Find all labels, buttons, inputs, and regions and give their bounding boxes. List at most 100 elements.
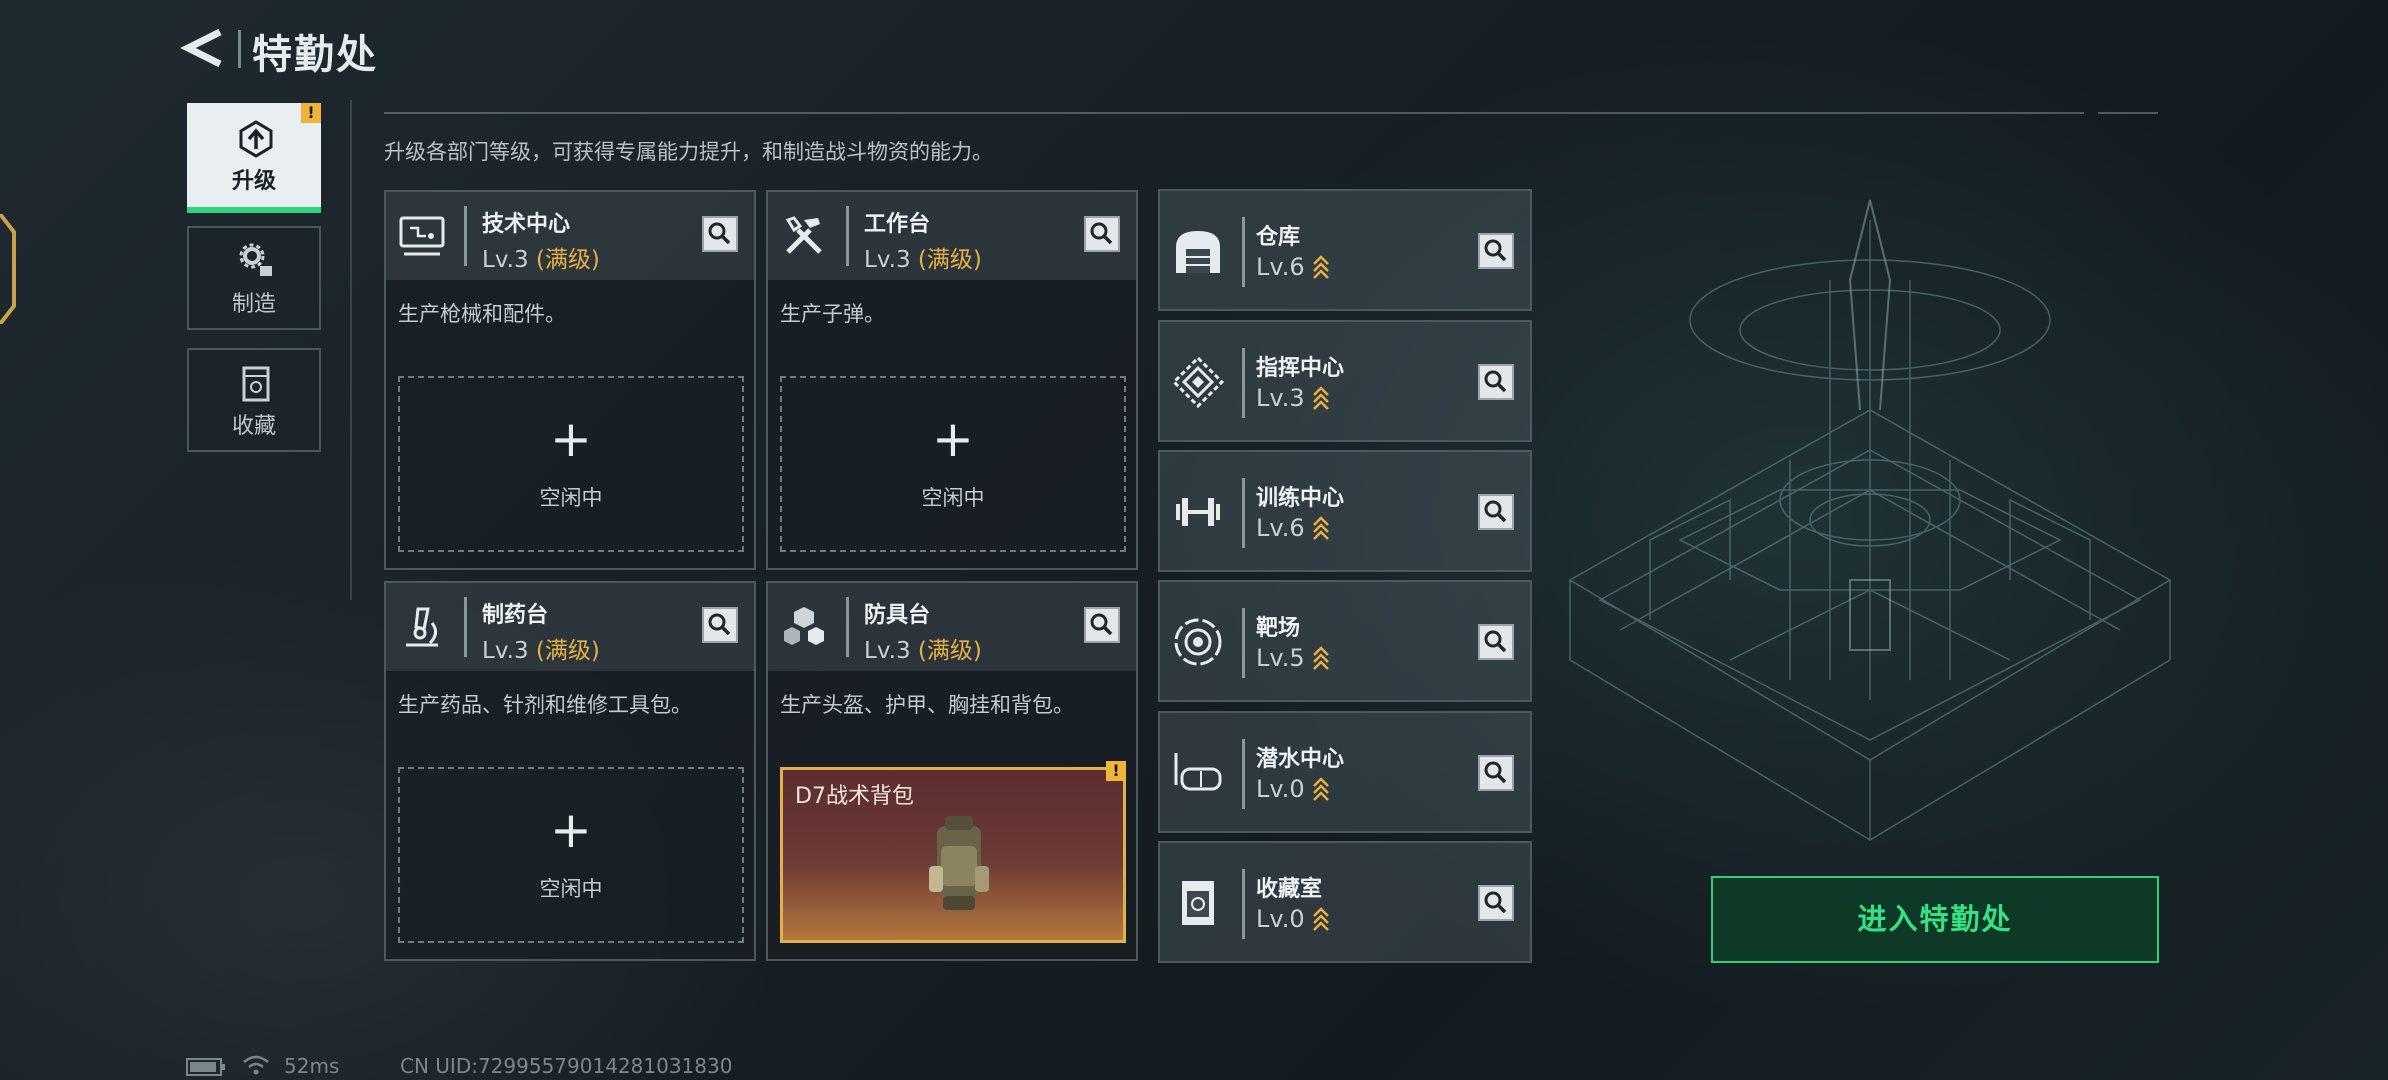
production-slot-idle[interactable]: + 空闲中 xyxy=(780,376,1126,552)
search-icon xyxy=(1090,613,1113,636)
upgrade-alert-badge: ! xyxy=(301,103,321,123)
vault-icon xyxy=(242,366,270,402)
dept-divider xyxy=(464,206,467,266)
dumbbell-icon xyxy=(1176,498,1220,526)
facility-name: 收藏室 xyxy=(1256,877,1323,902)
search-icon xyxy=(708,613,731,636)
facility-level: Lv.6 xyxy=(1256,253,1331,281)
nav-tab-collection-label: 收藏 xyxy=(231,414,276,439)
target-icon xyxy=(1174,618,1222,666)
dept-card-tech-center[interactable]: 技术中心 Lv.3 (满级) 生产枪械和配件。 + 空闲中 xyxy=(384,190,756,570)
facility-divider xyxy=(1242,217,1245,287)
dept-card-pharmacy[interactable]: 制药台 Lv.3 (满级) 生产药品、针剂和维修工具包。 + 空闲中 xyxy=(384,581,756,961)
armor-blocks-icon xyxy=(784,607,824,645)
inspect-button[interactable] xyxy=(1478,494,1514,530)
upgrade-chevron-icon xyxy=(1312,907,1329,931)
inspect-button[interactable] xyxy=(702,607,738,643)
enter-special-ops-button[interactable]: 进入特勤处 xyxy=(1711,876,2159,963)
facility-name: 指挥中心 xyxy=(1256,356,1345,381)
dept-name: 防具台 xyxy=(864,603,931,628)
ping-readout: 52ms xyxy=(284,1054,340,1078)
dept-card-armor-bench[interactable]: 防具台 Lv.3 (满级) 生产头盔、护甲、胸挂和背包。 D7战术背包 ! xyxy=(766,581,1138,961)
max-level-tag: (满级) xyxy=(917,247,982,273)
inspect-button[interactable] xyxy=(702,216,738,252)
facility-level: Lv.0 xyxy=(1256,905,1331,933)
facility-level: Lv.0 xyxy=(1256,775,1331,803)
max-level-tag: (满级) xyxy=(917,638,982,664)
slot-status: 空闲中 xyxy=(921,486,985,510)
page-description: 升级各部门等级，可获得专属能力提升，和制造战斗物资的能力。 xyxy=(384,140,993,164)
facility-name: 仓库 xyxy=(1256,225,1301,250)
dept-name: 工作台 xyxy=(864,212,931,237)
warehouse-icon xyxy=(1176,231,1220,273)
nav-tab-craft[interactable]: 制造 xyxy=(187,226,321,330)
product-alert-badge: ! xyxy=(1106,761,1126,781)
slot-status: 空闲中 xyxy=(539,877,603,901)
dept-card-header: 工作台 Lv.3 (满级) xyxy=(768,192,1136,280)
facility-card-shooting-range[interactable]: 靶场 Lv.5 xyxy=(1158,580,1532,702)
facility-level: Lv.5 xyxy=(1256,644,1331,672)
search-icon xyxy=(1484,500,1507,523)
facility-name: 潜水中心 xyxy=(1256,747,1345,772)
dept-level: Lv.3 (满级) xyxy=(864,638,982,664)
production-slot-product[interactable]: D7战术背包 ! xyxy=(780,761,1126,943)
back-arrow-icon[interactable] xyxy=(180,24,228,72)
dept-description: 生产子弹。 xyxy=(780,302,885,326)
upgrade-chevron-icon xyxy=(1312,777,1329,801)
inspect-button[interactable] xyxy=(1478,233,1514,269)
dept-divider xyxy=(846,597,849,657)
upgrade-chevron-icon xyxy=(1312,646,1329,670)
inspect-button[interactable] xyxy=(1478,364,1514,400)
inspect-button[interactable] xyxy=(1478,624,1514,660)
diving-mask-icon xyxy=(1174,753,1222,791)
dept-level: Lv.3 (满级) xyxy=(482,247,600,273)
inspect-button[interactable] xyxy=(1478,755,1514,791)
production-slot-idle[interactable]: + 空闲中 xyxy=(398,376,744,552)
nav-tab-upgrade[interactable]: 升级 ! xyxy=(187,103,321,213)
side-hex-decoration xyxy=(0,214,16,324)
search-icon xyxy=(1484,891,1507,914)
dept-card-header: 防具台 Lv.3 (满级) xyxy=(768,583,1136,671)
search-icon xyxy=(1484,239,1507,262)
dept-level: Lv.3 (满级) xyxy=(482,638,600,664)
inspect-button[interactable] xyxy=(1084,607,1120,643)
facility-card-diving-center[interactable]: 潜水中心 Lv.0 xyxy=(1158,711,1532,833)
nav-tab-collection[interactable]: 收藏 xyxy=(187,348,321,452)
facility-divider xyxy=(1242,348,1245,418)
search-icon xyxy=(1484,630,1507,653)
facility-card-warehouse[interactable]: 仓库 Lv.6 xyxy=(1158,189,1532,311)
facility-card-collection-room[interactable]: 收藏室 Lv.0 xyxy=(1158,841,1532,963)
dept-card-workbench[interactable]: 工作台 Lv.3 (满级) 生产子弹。 + 空闲中 xyxy=(766,190,1138,570)
inspect-button[interactable] xyxy=(1478,885,1514,921)
decorative-line xyxy=(350,100,352,600)
facility-card-training-center[interactable]: 训练中心 Lv.6 xyxy=(1158,450,1532,572)
upgrade-chevron-icon xyxy=(1312,516,1329,540)
tools-icon xyxy=(785,216,822,254)
dept-name: 制药台 xyxy=(482,603,549,628)
search-icon xyxy=(1090,222,1113,245)
upgrade-icon xyxy=(239,120,273,158)
facility-divider xyxy=(1242,608,1245,678)
dept-description: 生产枪械和配件。 xyxy=(398,302,566,326)
header-rule-end xyxy=(2098,112,2158,114)
dept-level: Lv.3 (满级) xyxy=(864,247,982,273)
facility-card-command-center[interactable]: 指挥中心 Lv.3 xyxy=(1158,320,1532,442)
dept-description: 生产头盔、护甲、胸挂和背包。 xyxy=(780,693,1074,717)
facility-level: Lv.3 xyxy=(1256,384,1331,412)
monitor-icon xyxy=(399,216,445,256)
add-icon: + xyxy=(550,801,592,859)
production-slot-idle[interactable]: + 空闲中 xyxy=(398,767,744,943)
add-icon: + xyxy=(932,410,974,468)
max-level-tag: (满级) xyxy=(535,638,600,664)
product-name: D7战术背包 xyxy=(795,784,914,809)
collection-icon xyxy=(1182,881,1214,925)
facility-divider xyxy=(1242,869,1245,939)
dept-divider xyxy=(846,206,849,266)
facility-divider xyxy=(1242,478,1245,548)
command-icon xyxy=(1172,356,1224,408)
backpack-icon xyxy=(929,816,989,910)
dept-card-header: 制药台 Lv.3 (满级) xyxy=(386,583,754,671)
header-rule xyxy=(384,112,2084,114)
facility-level: Lv.6 xyxy=(1256,514,1331,542)
inspect-button[interactable] xyxy=(1084,216,1120,252)
